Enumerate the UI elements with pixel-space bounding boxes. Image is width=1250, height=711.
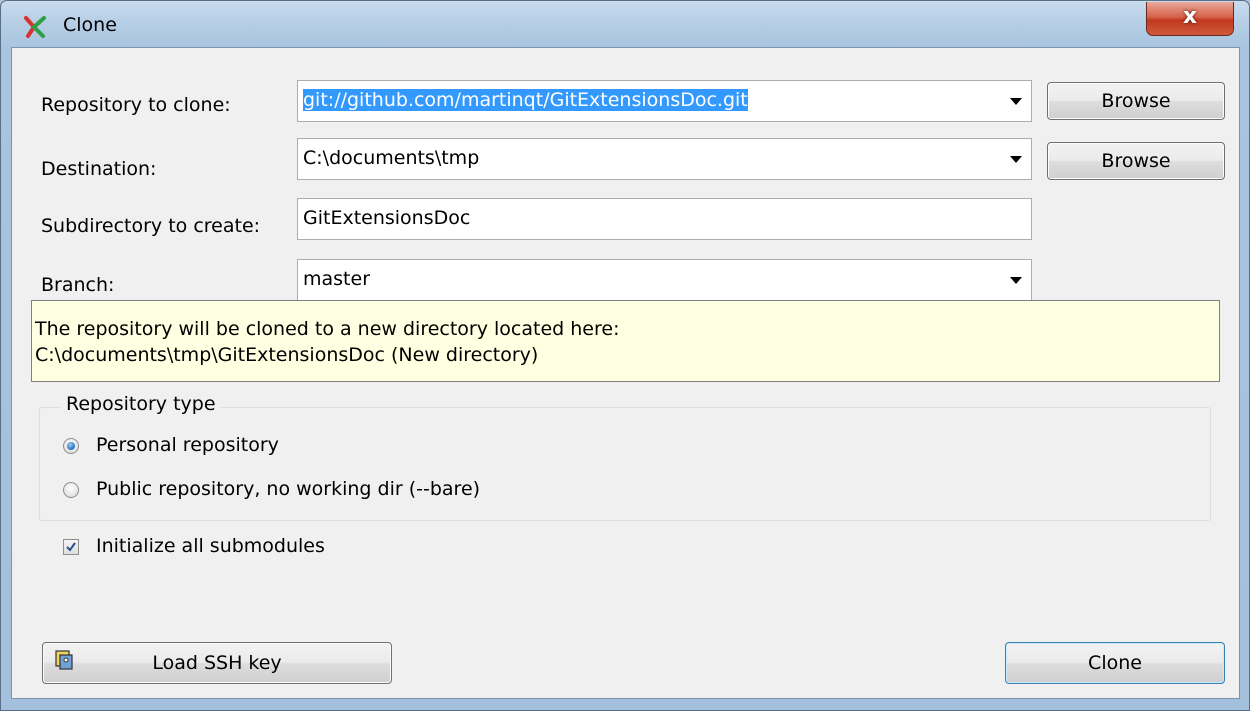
destination-input[interactable]: C:\documents\tmp bbox=[303, 147, 479, 169]
chevron-down-icon[interactable] bbox=[1010, 277, 1022, 284]
repository-type-group bbox=[39, 407, 1211, 521]
git-extensions-icon bbox=[24, 16, 46, 38]
branch-input[interactable]: master bbox=[303, 268, 370, 290]
info-line-1: The repository will be cloned to a new d… bbox=[35, 318, 620, 340]
subdirectory-input[interactable]: GitExtensionsDoc bbox=[297, 198, 1032, 240]
title-bar[interactable]: Clone x bbox=[1, 1, 1249, 47]
repository-combobox[interactable]: git://github.com/martinqt/GitExtensionsD… bbox=[297, 80, 1032, 122]
browse-repository-button[interactable]: Browse bbox=[1047, 82, 1225, 120]
destination-info-box: The repository will be cloned to a new d… bbox=[31, 300, 1220, 382]
clone-button[interactable]: Clone bbox=[1005, 642, 1225, 684]
window-title: Clone bbox=[63, 14, 117, 36]
close-button[interactable]: x bbox=[1146, 2, 1234, 36]
initialize-submodules-checkbox[interactable] bbox=[63, 539, 79, 555]
subdirectory-label: Subdirectory to create: bbox=[41, 215, 261, 237]
clone-dialog: Clone x Repository to clone: git://githu… bbox=[0, 0, 1250, 711]
chevron-down-icon[interactable] bbox=[1010, 98, 1022, 105]
repository-type-title: Repository type bbox=[61, 392, 221, 416]
browse-destination-button[interactable]: Browse bbox=[1047, 142, 1225, 180]
load-ssh-key-button[interactable]: Load SSH key bbox=[42, 642, 392, 684]
chevron-down-icon[interactable] bbox=[1010, 156, 1022, 163]
personal-repository-label[interactable]: Personal repository bbox=[96, 433, 279, 457]
dialog-body: Repository to clone: git://github.com/ma… bbox=[11, 47, 1240, 699]
public-repository-radio[interactable] bbox=[63, 482, 79, 498]
ssh-key-icon bbox=[55, 650, 73, 670]
repository-input[interactable]: git://github.com/martinqt/GitExtensionsD… bbox=[303, 89, 748, 111]
public-repository-label[interactable]: Public repository, no working dir (--bar… bbox=[96, 477, 480, 501]
branch-label: Branch: bbox=[41, 274, 115, 296]
destination-label: Destination: bbox=[41, 158, 157, 180]
info-line-2: C:\documents\tmp\GitExtensionsDoc (New d… bbox=[35, 344, 539, 366]
checkmark-icon bbox=[66, 542, 76, 552]
personal-repository-radio[interactable] bbox=[63, 438, 79, 454]
branch-combobox[interactable]: master bbox=[297, 259, 1032, 301]
destination-combobox[interactable]: C:\documents\tmp bbox=[297, 138, 1032, 180]
initialize-submodules-label[interactable]: Initialize all submodules bbox=[96, 534, 325, 558]
close-icon: x bbox=[1182, 4, 1198, 29]
repository-label: Repository to clone: bbox=[41, 94, 231, 116]
